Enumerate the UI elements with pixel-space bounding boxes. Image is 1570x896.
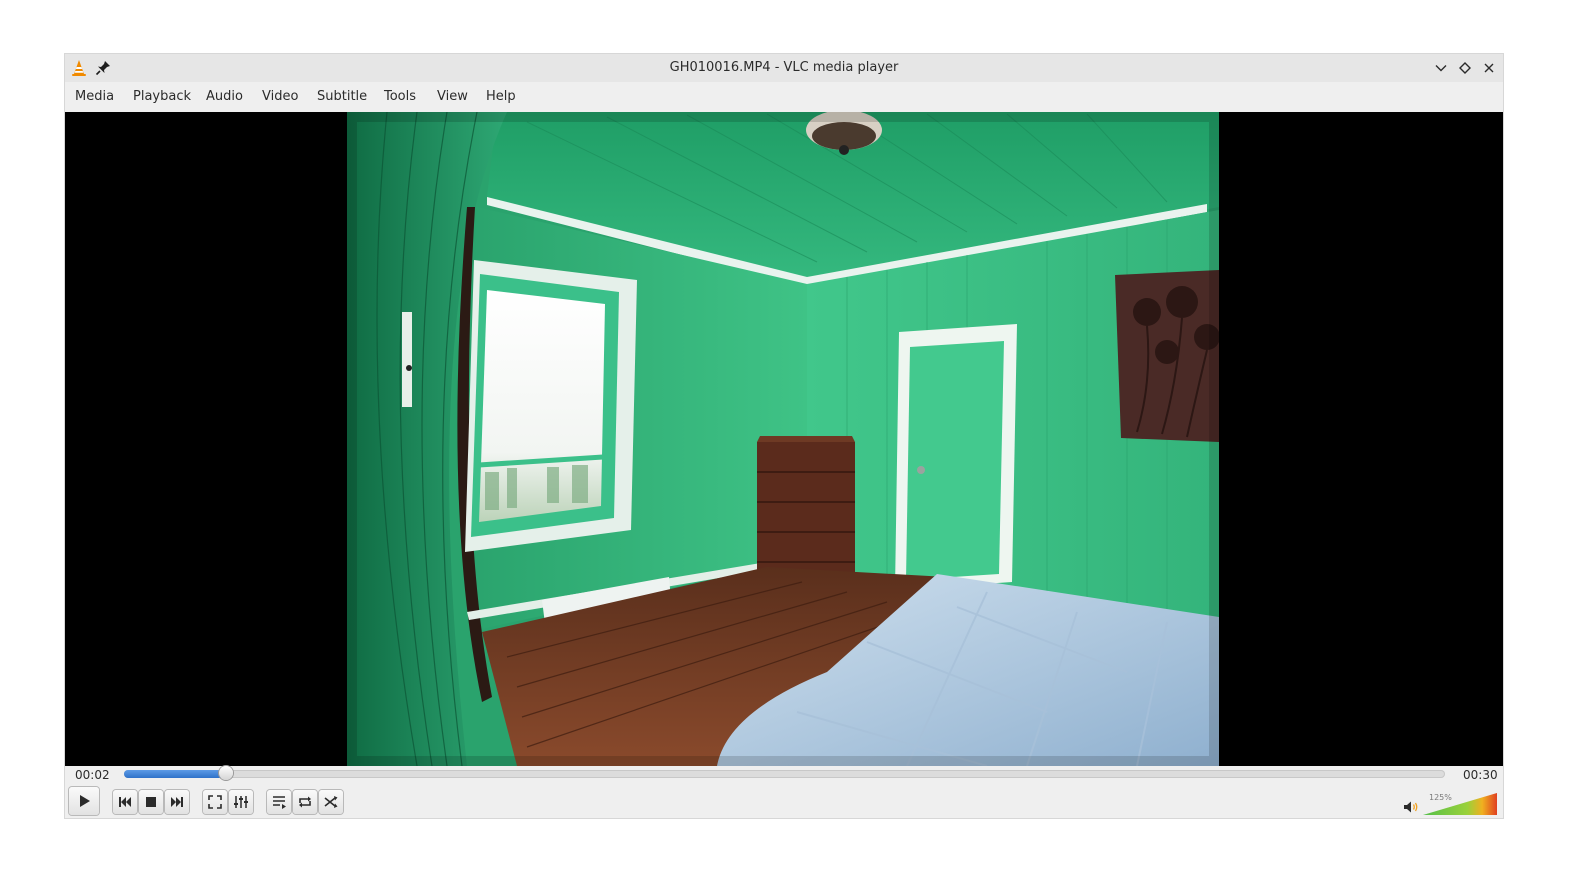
- seek-progress: [124, 770, 226, 778]
- stop-button[interactable]: [139, 790, 163, 814]
- menu-tools[interactable]: Tools: [384, 89, 416, 104]
- skip-next-icon: [171, 797, 183, 807]
- menu-audio[interactable]: Audio: [206, 89, 243, 104]
- chevron-down-icon: [1435, 65, 1447, 72]
- diamond-icon: [1459, 62, 1471, 74]
- shuffle-icon: [324, 796, 338, 808]
- menu-subtitle[interactable]: Subtitle: [317, 89, 367, 104]
- menu-media[interactable]: Media: [75, 89, 114, 104]
- volume-percent: 125%: [1429, 793, 1452, 802]
- next-button[interactable]: [165, 790, 189, 814]
- playlist-icon: [273, 796, 286, 809]
- seek-slider[interactable]: [124, 766, 1445, 780]
- menu-video[interactable]: Video: [262, 89, 298, 104]
- title-bar[interactable]: GH010016.MP4 - VLC media player: [65, 54, 1503, 82]
- elapsed-time: 00:02: [75, 768, 110, 782]
- close-icon: [1484, 63, 1494, 73]
- skip-previous-icon: [119, 797, 131, 807]
- close-button[interactable]: [1479, 58, 1499, 78]
- play-button[interactable]: [69, 787, 99, 815]
- previous-button[interactable]: [113, 790, 137, 814]
- menu-help[interactable]: Help: [486, 89, 516, 104]
- video-frame: [347, 112, 1219, 766]
- menu-view[interactable]: View: [437, 89, 468, 104]
- menu-playback[interactable]: Playback: [133, 89, 191, 104]
- menu-bar: Media Playback Audio Video Subtitle Tool…: [65, 82, 1503, 112]
- maximize-button[interactable]: [1455, 58, 1475, 78]
- vlc-window: GH010016.MP4 - VLC media player Media Pl…: [65, 54, 1503, 818]
- video-output[interactable]: [65, 112, 1503, 766]
- loop-icon: [299, 796, 311, 808]
- fullscreen-button[interactable]: [203, 790, 227, 814]
- seek-handle[interactable]: [219, 766, 233, 780]
- window-title: GH010016.MP4 - VLC media player: [669, 60, 899, 75]
- minimize-button[interactable]: [1431, 58, 1451, 78]
- equalizer-icon: [234, 796, 248, 808]
- stop-icon: [146, 797, 156, 807]
- shuffle-button[interactable]: [319, 790, 343, 814]
- speaker-icon[interactable]: [1402, 799, 1420, 815]
- fullscreen-icon: [208, 795, 222, 809]
- loop-button[interactable]: [293, 790, 317, 814]
- play-icon: [80, 795, 90, 807]
- playlist-button[interactable]: [267, 790, 291, 814]
- total-time: 00:30: [1463, 768, 1498, 782]
- extended-settings-button[interactable]: [229, 790, 253, 814]
